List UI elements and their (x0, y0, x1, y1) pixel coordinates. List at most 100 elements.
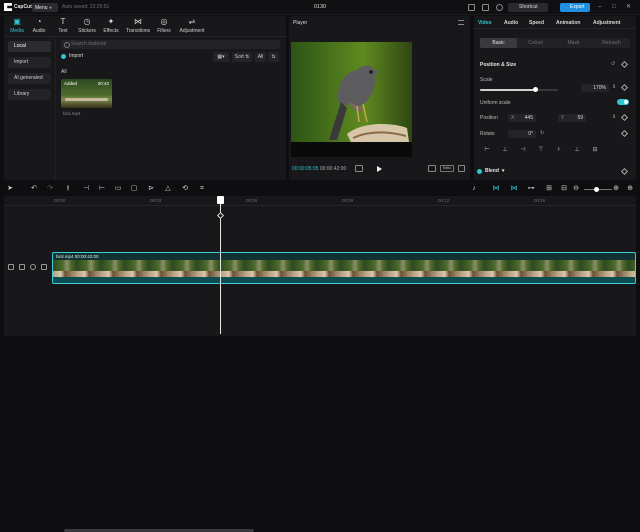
scale-slider[interactable] (480, 87, 558, 92)
scale-slider-knob[interactable] (532, 87, 538, 92)
scale-value-field[interactable]: 170% (581, 84, 609, 92)
sidebar-item-ai-generated[interactable]: AI generated (8, 73, 51, 84)
fullscreen-icon[interactable] (458, 165, 465, 172)
subtab-cutout[interactable]: Cutout (517, 38, 554, 48)
sidebar-item-library[interactable]: Library (8, 89, 51, 100)
tab-adjustment[interactable]: ⇌ Adjustment (176, 18, 208, 35)
undo-icon[interactable]: ↶ (30, 185, 38, 193)
lock-icon[interactable] (19, 264, 25, 270)
select-cursor-icon[interactable]: ➤ (6, 185, 14, 193)
tab-filters[interactable]: ◎ Filters (151, 18, 177, 35)
media-item-thumbnail[interactable]: Added 00:42 (61, 79, 112, 108)
split-icon[interactable]: ⫲ (64, 185, 72, 193)
layout-icon[interactable] (482, 4, 489, 11)
import-button[interactable]: Import (61, 53, 83, 59)
all-filter-button[interactable]: All (255, 52, 266, 62)
stepper-icon[interactable]: ⇕ (612, 84, 616, 90)
rotate-field[interactable]: 0° (508, 130, 536, 138)
preview-axis-icon[interactable]: ⊶ (527, 185, 535, 193)
keyframe-icon[interactable] (620, 60, 629, 69)
zoom-slider-knob[interactable] (594, 187, 599, 192)
minimize-icon[interactable]: – (598, 4, 604, 10)
microphone-icon[interactable]: ♪ (470, 185, 478, 193)
shortcut-button[interactable]: Shortcut (508, 3, 548, 12)
stepper-icon[interactable]: ⇕ (612, 114, 616, 120)
tab-audio[interactable]: ◔ Audio (26, 18, 52, 35)
blend-section[interactable]: Blend ▾ (477, 168, 504, 174)
blend-label: Blend (485, 168, 499, 174)
fullscreen-focus-icon[interactable] (428, 165, 436, 172)
cover-icon[interactable] (8, 264, 14, 270)
snap-icon[interactable]: ⊟ (560, 185, 568, 193)
position-y-field[interactable]: Y 59 (558, 114, 586, 122)
uniform-scale-toggle[interactable] (617, 99, 629, 105)
export-button[interactable]: Export (560, 3, 590, 12)
magnet-icon[interactable]: ⋈ (492, 185, 500, 193)
visibility-icon[interactable] (30, 264, 36, 270)
tab-stickers[interactable]: ◷ Stickers (74, 18, 100, 35)
timeline-panel[interactable]: 00:00 00:03 00:06 00:09 00:12 00:15 bird… (4, 196, 636, 532)
align-left-icon[interactable]: ⊢ (480, 146, 494, 155)
view-toggle-button[interactable]: ▦▾ (213, 52, 229, 62)
rotate-icon[interactable]: ⟲ (181, 185, 189, 193)
keyframe-icon[interactable] (620, 167, 629, 176)
align-center-v-icon[interactable]: ⊦ (552, 146, 566, 155)
tab-adjustment-props[interactable]: Adjustment (593, 20, 621, 26)
tab-audio-props[interactable]: Audio (504, 20, 518, 26)
align-bottom-icon[interactable]: ⊥ (570, 146, 584, 155)
filter-icon[interactable]: ⇅ (268, 52, 279, 62)
align-center-h-icon[interactable]: ⊥ (498, 146, 512, 155)
tab-video[interactable]: Video (478, 20, 492, 26)
delete-icon[interactable]: ▭ (114, 185, 122, 193)
maximize-icon[interactable]: □ (612, 4, 618, 10)
hamburger-icon[interactable] (458, 20, 464, 25)
monitor-icon[interactable] (468, 4, 475, 11)
subtab-mask[interactable]: Mask (555, 38, 592, 48)
search-input[interactable]: Search material (61, 40, 280, 49)
split-align-icon[interactable]: ⊞ (545, 185, 553, 193)
redo-icon[interactable]: ↷ (46, 185, 54, 193)
media-content: Search material Import ▦▾ Sort ⇅ All ⇅ A… (59, 38, 283, 178)
align-right-icon[interactable]: ⊣ (516, 146, 530, 155)
close-icon[interactable]: ✕ (626, 4, 632, 10)
video-clip[interactable]: bird.mp4 00:00:42:00 (52, 252, 636, 284)
tab-transitions[interactable]: ⋈ Transitions (123, 18, 153, 35)
split-left-icon[interactable]: ⊣ (82, 185, 90, 193)
align-top-icon[interactable]: ⊤ (534, 146, 548, 155)
tab-effects[interactable]: ✦ Effects (98, 18, 124, 35)
play-button[interactable] (377, 166, 382, 172)
mute-icon[interactable] (41, 264, 47, 270)
compare-icon[interactable] (355, 165, 363, 172)
freeze-icon[interactable]: ▢ (130, 185, 138, 193)
subtab-retouch[interactable]: Retouch (593, 38, 630, 48)
ratio-button[interactable]: Ratio (440, 165, 454, 172)
playhead-handle[interactable] (217, 196, 224, 204)
link-icon[interactable]: ⋈ (510, 185, 518, 193)
media-item-name: bird.mp4 (63, 111, 81, 116)
zoom-fit-icon[interactable]: ⊕ (626, 185, 634, 193)
duration-label: 00:42 (97, 81, 109, 86)
sidebar-item-import[interactable]: Import (8, 57, 51, 68)
keyframe-icon[interactable] (620, 83, 629, 92)
crop-icon[interactable]: ⌗ (198, 185, 206, 193)
sidebar-item-local[interactable]: Local (8, 41, 51, 52)
keyframe-icon[interactable] (620, 129, 629, 138)
zoom-in-icon[interactable]: ⊕ (612, 185, 620, 193)
settings-icon[interactable] (496, 4, 503, 11)
tab-text[interactable]: T Text (50, 18, 76, 35)
time-ruler[interactable]: 00:00 00:03 00:06 00:09 00:12 00:15 (4, 196, 636, 206)
subtab-basic[interactable]: Basic (480, 38, 517, 48)
split-right-icon[interactable]: ⊢ (98, 185, 106, 193)
sort-button[interactable]: Sort ⇅ (232, 52, 252, 62)
tab-animation[interactable]: Animation (556, 20, 580, 26)
mirror-icon[interactable]: △ (164, 185, 172, 193)
zoom-out-icon[interactable]: ⊖ (572, 185, 580, 193)
video-frame[interactable] (291, 42, 412, 156)
keyframe-icon[interactable] (620, 113, 629, 122)
position-x-field[interactable]: X 445 (508, 114, 536, 122)
reverse-icon[interactable]: ⊳ (147, 185, 155, 193)
tab-speed[interactable]: Speed (529, 20, 544, 26)
reset-icon[interactable]: ↺ (611, 61, 615, 67)
rotate-reset-icon[interactable]: ↻ (540, 130, 544, 136)
distribute-icon[interactable]: ⊟ (588, 146, 602, 155)
